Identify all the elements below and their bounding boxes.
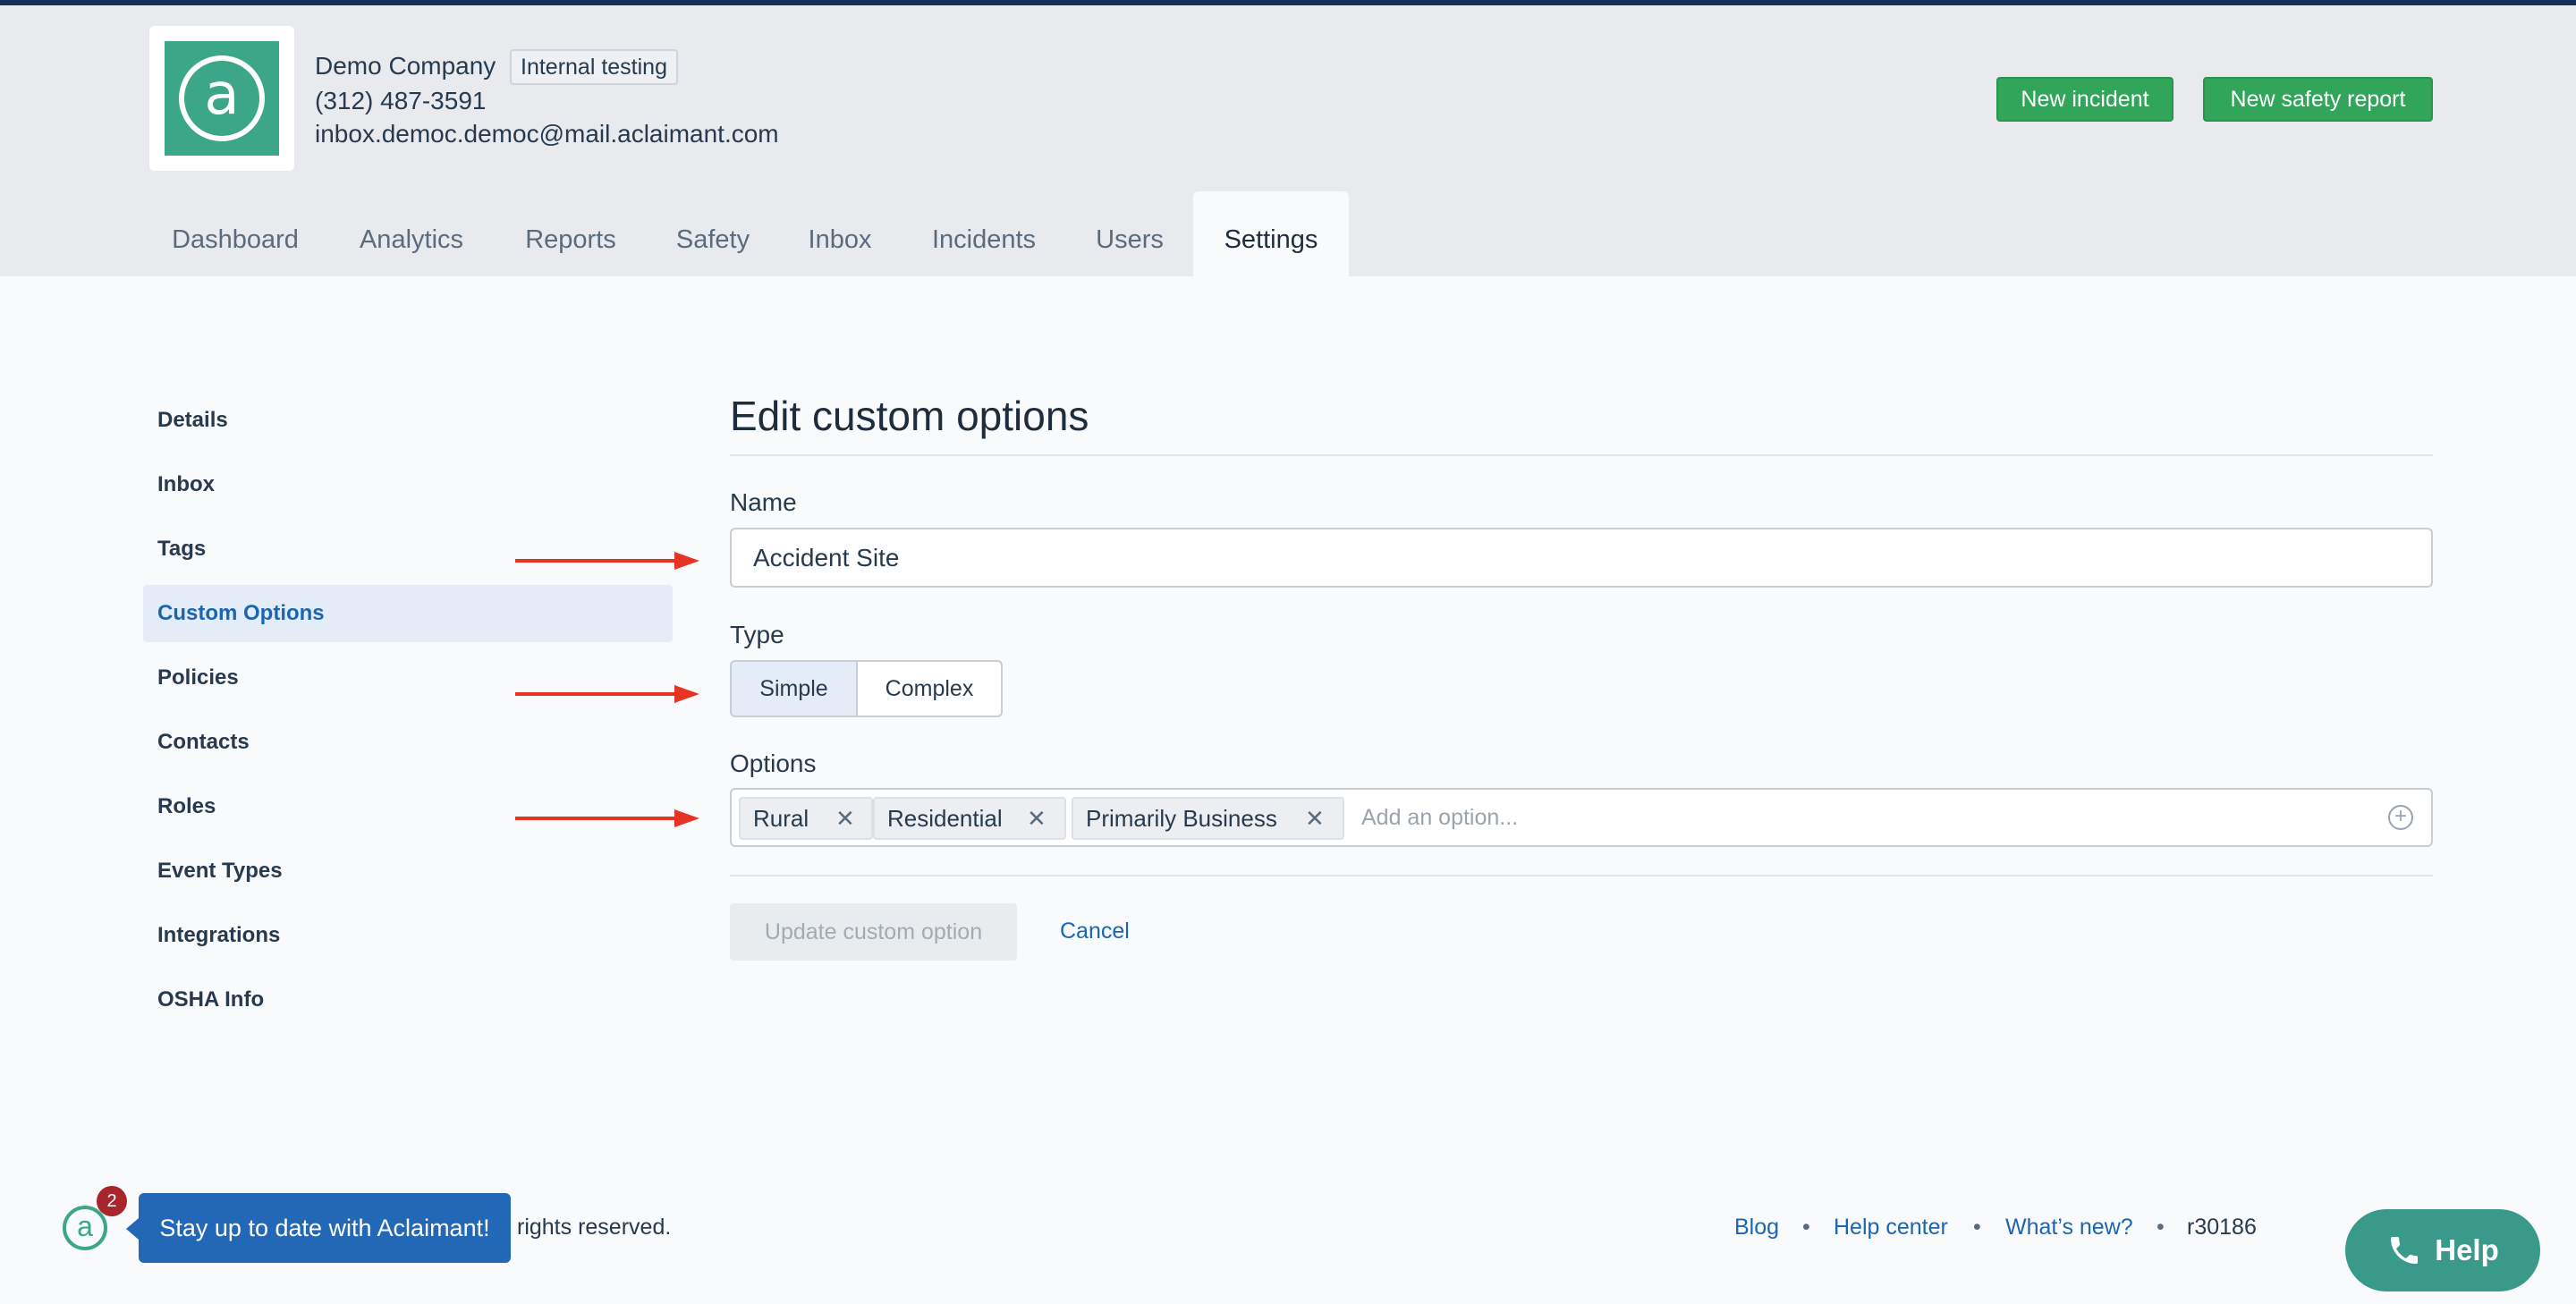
sidebar-item-event-types[interactable]: Event Types (143, 843, 673, 900)
company-logo[interactable]: a (149, 26, 294, 171)
cancel-link[interactable]: Cancel (1060, 919, 1130, 944)
revision-number: r30186 (2187, 1215, 2257, 1240)
update-custom-option-button[interactable]: Update custom option (730, 903, 1017, 961)
help-label: Help (2435, 1233, 2499, 1266)
company-email: inbox.democ.democ@mail.aclaimant.com (315, 120, 779, 148)
footer-separator: • (1802, 1215, 1810, 1240)
sidebar-item-osha-info[interactable]: OSHA Info (143, 971, 673, 1029)
title-divider (730, 454, 2433, 456)
remove-option-icon[interactable]: ✕ (1305, 799, 1325, 838)
tab-users[interactable]: Users (1085, 191, 1174, 276)
promo-tail (126, 1218, 139, 1240)
options-input[interactable]: Rural ✕ Residential ✕ Primarily Business… (730, 788, 2433, 847)
option-chip-label: Rural (753, 805, 809, 832)
footer-link-whats-new[interactable]: What’s new? (2005, 1215, 2133, 1240)
sidebar-item-custom-options[interactable]: Custom Options (143, 585, 673, 642)
form-divider (730, 875, 2433, 876)
tab-reports[interactable]: Reports (514, 191, 627, 276)
name-label: Name (730, 488, 797, 516)
help-button[interactable]: Help (2345, 1209, 2540, 1291)
logo-glyph: a (179, 55, 265, 141)
tab-inbox[interactable]: Inbox (798, 191, 882, 276)
remove-option-icon[interactable]: ✕ (1027, 799, 1046, 838)
annotation-arrow-type (515, 685, 699, 703)
sidebar-item-integrations[interactable]: Integrations (143, 907, 673, 964)
option-chip: Primarily Business ✕ (1072, 797, 1344, 840)
header: a Demo Company Internal testing (312) 48… (0, 5, 2576, 277)
sidebar-item-inbox[interactable]: Inbox (143, 456, 673, 513)
type-label: Type (730, 621, 784, 648)
add-option-placeholder[interactable]: Add an option... (1361, 805, 1518, 831)
page-title: Edit custom options (730, 393, 1089, 439)
option-chip-label: Primarily Business (1086, 805, 1277, 832)
new-safety-report-button[interactable]: New safety report (2203, 77, 2433, 122)
notification-badge: 2 (97, 1186, 127, 1216)
footer-separator: • (2157, 1215, 2165, 1240)
option-chip: Rural ✕ (739, 797, 873, 840)
footer-separator: • (1973, 1215, 1981, 1240)
company-phone: (312) 487-3591 (315, 87, 487, 114)
option-chip: Residential ✕ (873, 797, 1066, 840)
tab-safety[interactable]: Safety (666, 191, 759, 276)
copyright-text: rights reserved. (517, 1215, 672, 1240)
options-label: Options (730, 749, 817, 777)
new-incident-button[interactable]: New incident (1996, 77, 2174, 122)
remove-option-icon[interactable]: ✕ (835, 799, 855, 838)
environment-badge: Internal testing (510, 49, 678, 85)
type-complex-button[interactable]: Complex (856, 660, 1003, 717)
tab-analytics[interactable]: Analytics (349, 191, 474, 276)
tab-settings[interactable]: Settings (1193, 191, 1349, 277)
type-simple-button[interactable]: Simple (730, 660, 858, 717)
logo-mark: a (165, 41, 279, 156)
name-input[interactable] (730, 528, 2433, 588)
promo-bubble[interactable]: Stay up to date with Aclaimant! (139, 1193, 511, 1263)
footer-link-blog[interactable]: Blog (1734, 1215, 1779, 1240)
phone-icon (2391, 1237, 2419, 1264)
annotation-arrow-name (515, 552, 699, 570)
sidebar-item-contacts[interactable]: Contacts (143, 714, 673, 771)
add-option-icon[interactable]: + (2388, 805, 2413, 830)
annotation-arrow-options (515, 809, 699, 827)
tab-incidents[interactable]: Incidents (921, 191, 1046, 276)
company-name: Demo Company (315, 52, 496, 80)
tab-dashboard[interactable]: Dashboard (161, 191, 309, 276)
option-chip-label: Residential (887, 805, 1003, 832)
sidebar-item-details[interactable]: Details (143, 392, 673, 449)
footer-link-help-center[interactable]: Help center (1834, 1215, 1948, 1240)
